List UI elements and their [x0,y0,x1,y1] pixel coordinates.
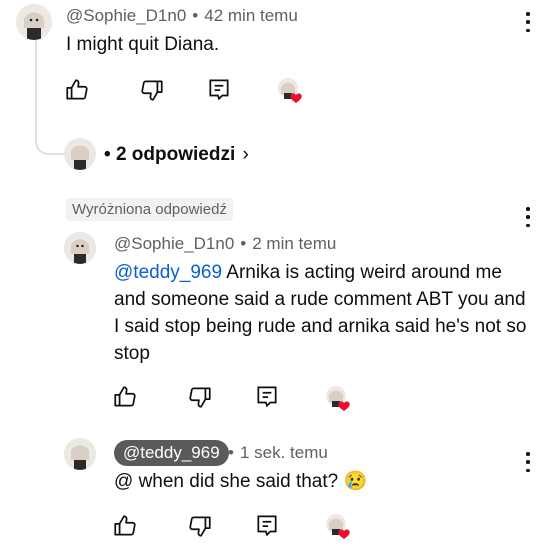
thumb-up-icon[interactable] [112,384,138,410]
more-vert-icon[interactable] [524,12,532,32]
timestamp[interactable]: 2 min temu [252,234,336,253]
heart-icon [338,401,350,411]
reply-text: @ when did she said that? 😢 [114,471,368,492]
avatar-image [16,4,52,40]
heart-icon [290,93,302,103]
replies-bullet: • [104,144,111,165]
reply-text: @teddy_969 Arnika is acting weird around… [114,259,534,367]
replies-toggle[interactable]: • 2 odpowiedzi › [104,144,249,166]
avatar[interactable] [64,438,96,470]
more-vert-icon[interactable] [524,452,532,472]
more-vert-icon[interactable] [524,207,532,227]
replies-avatar [64,138,96,170]
separator-dot: • [228,443,234,462]
thumb-down-icon[interactable] [139,77,165,103]
timestamp[interactable]: 42 min temu [204,6,298,25]
reply-icon[interactable] [254,383,280,409]
highlighted-reply-badge: Wyróżniona odpowiedź [66,198,233,221]
creator-heart[interactable] [324,384,352,412]
reply-icon[interactable] [206,76,232,102]
thumb-up-icon[interactable] [112,513,138,539]
timestamp[interactable]: 1 sek. temu [240,443,328,462]
creator-heart[interactable] [276,76,304,104]
replies-count-label: 2 odpowiedzi [115,144,236,165]
comment-text: I might quit Diana. [66,34,220,55]
avatar[interactable] [64,232,96,264]
author-name[interactable]: @Sophie_D1n0 [66,6,186,25]
creator-heart[interactable] [324,512,352,540]
thumb-down-icon[interactable] [187,513,213,539]
author-name-chip[interactable]: @teddy_969 [114,440,229,466]
chevron-right-icon: › [242,144,249,165]
mention-link[interactable]: @teddy_969 [114,262,222,283]
separator-dot: • [192,6,199,25]
thumb-up-icon[interactable] [64,77,90,103]
reply-meta: @Sophie_D1n0 • 2 min temu [114,234,336,254]
author-name[interactable]: @Sophie_D1n0 [114,234,234,253]
reply-icon[interactable] [254,512,280,538]
thumb-down-icon[interactable] [187,384,213,410]
heart-icon [338,529,350,539]
comment-meta: @Sophie_D1n0 • 42 min temu [66,6,298,26]
reply-meta: • 1 sek. temu [224,443,328,463]
avatar[interactable] [16,4,52,40]
separator-dot: • [240,234,247,253]
